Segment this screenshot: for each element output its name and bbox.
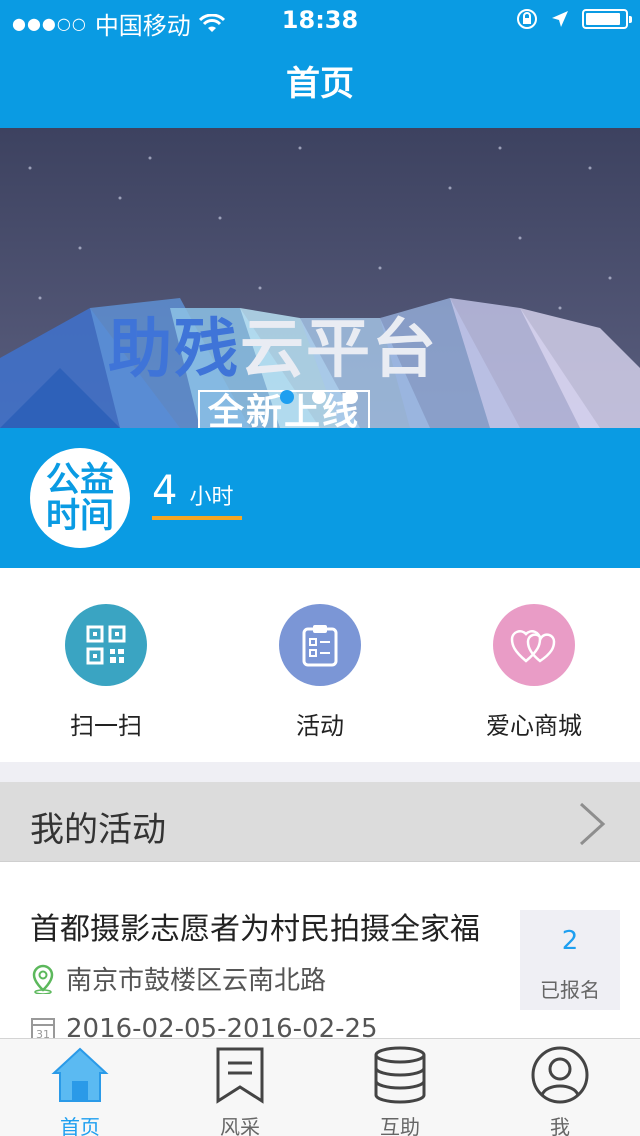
charity-mall-button[interactable]: 爱心商城 [454, 604, 614, 741]
status-bar: ●●●○○ 中国移动 18:38 [0, 0, 640, 40]
page-title: 首页 [286, 64, 354, 104]
activity-date-text: 2016-02-05-2016-02-25 [66, 1014, 378, 1038]
status-right [516, 8, 632, 30]
calendar-icon: 31 [31, 1018, 55, 1038]
location-arrow-icon [552, 11, 568, 27]
activity-location-text: 南京市鼓楼区云南北路 [66, 966, 327, 996]
clipboard-icon [302, 625, 338, 667]
chevron-right-icon [579, 802, 606, 846]
tab-mutual-aid[interactable]: 互助 [320, 1045, 480, 1136]
activity-icon-circle [279, 604, 361, 686]
banner-carousel[interactable]: 助残云平台 全新上线 [0, 128, 640, 428]
welfare-logo-line2: 时间 [46, 496, 114, 536]
welfare-hours[interactable]: 4 小时 [152, 468, 233, 514]
carousel-page-indicator[interactable] [280, 390, 358, 404]
my-activities-title: 我的活动 [30, 810, 166, 850]
bookmark-icon [216, 1047, 264, 1104]
scan-icon-circle [65, 604, 147, 686]
nav-bar: 首页 [0, 40, 640, 128]
signup-count: 2 [561, 926, 579, 956]
tab-me[interactable]: 我 [480, 1045, 640, 1136]
carousel-dot[interactable] [280, 390, 294, 404]
tab-home-label: 首页 [60, 1115, 100, 1136]
my-activities-header[interactable]: 我的活动 [0, 782, 640, 862]
charity-mall-icon-circle [493, 604, 575, 686]
battery-icon [582, 9, 632, 29]
signup-status-badge: 2 已报名 [520, 910, 620, 1010]
welfare-hours-underline [152, 516, 242, 520]
welfare-hours-unit: 小时 [189, 485, 234, 510]
signup-label: 已报名 [540, 978, 600, 1002]
battery-level [586, 13, 620, 25]
activity-label: 活动 [296, 712, 344, 740]
welfare-time-section: 公益 时间 4 小时 [0, 428, 640, 568]
rotation-lock-icon [517, 9, 537, 29]
welfare-logo-line1: 公益 [46, 460, 114, 500]
carousel-dot[interactable] [344, 390, 358, 404]
banner-title-part1: 助残 [108, 313, 240, 387]
quick-actions: 扫一扫 活动 爱心商城 [0, 568, 640, 762]
tab-style[interactable]: 风采 [160, 1045, 320, 1136]
charity-mall-label: 爱心商城 [486, 712, 582, 740]
tab-mutual-aid-label: 互助 [380, 1115, 420, 1136]
activity-date: 31 2016-02-05-2016-02-25 [30, 1014, 378, 1038]
tab-home[interactable]: 首页 [0, 1045, 160, 1136]
welfare-hours-value: 4 [152, 468, 178, 514]
tab-bar: 首页 风采 互助 我 [0, 1038, 640, 1136]
activity-card[interactable]: 首都摄影志愿者为村民拍摄全家福 南京市鼓楼区云南北路 31 2016-02-05… [0, 862, 640, 1038]
activity-button[interactable]: 活动 [240, 604, 400, 741]
database-icon [374, 1046, 426, 1104]
carousel-dot[interactable] [312, 390, 326, 404]
welfare-time-logo: 公益 时间 [30, 448, 130, 548]
banner-title-part2: 云平台 [240, 313, 438, 387]
hearts-icon [510, 630, 556, 663]
scan-label: 扫一扫 [70, 712, 142, 740]
banner-title: 助残云平台 [108, 298, 438, 390]
svg-text:31: 31 [36, 1028, 50, 1038]
tab-me-label: 我 [550, 1115, 570, 1136]
scan-button[interactable]: 扫一扫 [26, 604, 186, 741]
tab-style-label: 风采 [220, 1115, 260, 1136]
activity-location: 南京市鼓楼区云南北路 [30, 960, 326, 997]
location-pin-icon [32, 964, 54, 994]
section-divider [0, 762, 640, 782]
user-icon [531, 1046, 589, 1104]
activity-title: 首都摄影志愿者为村民拍摄全家福 [30, 912, 480, 947]
qr-code-icon [86, 625, 126, 665]
home-icon [51, 1047, 109, 1102]
